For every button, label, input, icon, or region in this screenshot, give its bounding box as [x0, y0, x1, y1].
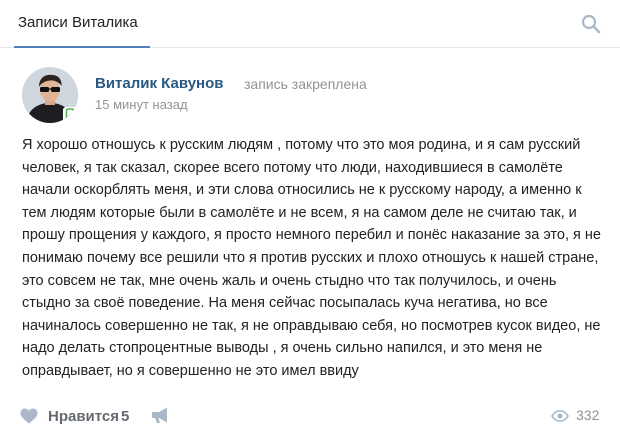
megaphone-icon[interactable] [150, 406, 172, 424]
like-count: 5 [121, 408, 130, 425]
search-icon[interactable] [581, 14, 601, 34]
mobile-icon [63, 107, 77, 123]
page-header: Записи Виталика [0, 0, 620, 48]
like-label: Нравится [48, 408, 120, 425]
avatar[interactable] [22, 67, 78, 123]
pinned-status: запись закреплена [244, 76, 367, 92]
post-footer: Нравится 5 332 [0, 400, 620, 432]
post-header: Виталик Кавунов запись закреплена 15 мин… [22, 67, 602, 127]
post-timestamp[interactable]: 15 минут назад [95, 97, 188, 112]
post-text: Я хорошо отношусь к русским людям , пото… [22, 137, 601, 379]
heart-icon [20, 408, 38, 424]
tab-label: Записи Виталика [18, 14, 138, 31]
author-name[interactable]: Виталик Кавунов [95, 75, 223, 92]
views-count: 332 [576, 407, 600, 423]
tab-posts[interactable]: Записи Виталика [14, 0, 150, 48]
eye-icon [551, 410, 569, 422]
